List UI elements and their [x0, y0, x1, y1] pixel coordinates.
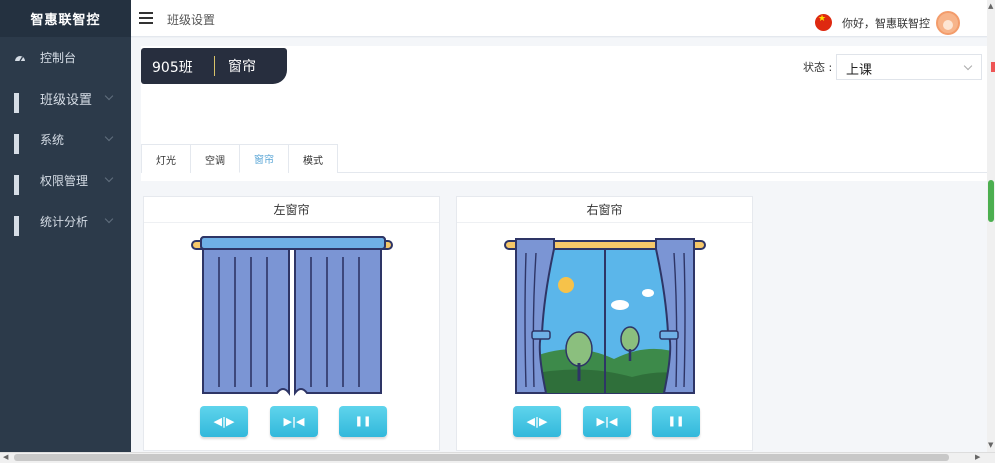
close-curtain-button[interactable]: ▶|◀	[583, 406, 631, 437]
status-label: 状态 :	[803, 61, 833, 74]
tab-mode[interactable]: 模式	[288, 144, 338, 173]
app-root: 智惠联智控 控制台 班级设置 系统 权限管理 统计分析 班级设置 ★ 你好，智惠…	[0, 0, 995, 463]
sidebar-item-class-settings[interactable]: 班级设置	[0, 78, 131, 119]
scroll-down-icon[interactable]: ▼	[988, 441, 993, 449]
side-marker	[991, 62, 995, 72]
room-title-card: 905班 窗帘	[141, 48, 287, 84]
sidebar-item-label: 权限管理	[40, 174, 89, 188]
pause-icon: ❚❚	[354, 416, 372, 427]
menu-toggle-icon[interactable]	[139, 12, 153, 24]
sidebar-item-label: 统计分析	[40, 215, 89, 229]
open-curtain-icon: ◀|▶	[526, 415, 548, 428]
close-curtain-icon: ▶|◀	[283, 415, 305, 428]
vertical-scroll-thumb[interactable]	[988, 180, 994, 222]
breadcrumb: 班级设置	[167, 13, 216, 27]
china-flag-icon[interactable]	[815, 14, 832, 31]
sidebar-item-label: 控制台	[40, 51, 77, 65]
close-curtain-icon: ▶|◀	[596, 415, 618, 428]
title-divider	[214, 56, 215, 76]
user-greeting[interactable]: 你好，智惠联智控	[842, 15, 930, 31]
open-curtain-button[interactable]: ◀|▶	[513, 406, 561, 437]
chevron-down-icon	[104, 214, 114, 224]
main-content: 905班 窗帘 状态 : 上课 灯光 空调 窗帘 模式 左窗帘 ◀|▶ ▶|◀ …	[131, 38, 987, 452]
dashboard-icon	[14, 52, 26, 64]
status-value: 上课	[846, 63, 873, 78]
open-curtain-button[interactable]: ◀|▶	[200, 406, 248, 437]
sidebar-item-system[interactable]: 系统	[0, 119, 131, 160]
card-title: 左窗帘	[144, 197, 439, 223]
grid-icon	[14, 92, 26, 113]
open-curtain-window-icon	[504, 238, 706, 394]
sidebar-item-dashboard[interactable]: 控制台	[0, 37, 131, 78]
grid-icon	[14, 133, 26, 154]
sidebar-item-label: 班级设置	[40, 93, 93, 108]
horizontal-scroll-thumb[interactable]	[14, 454, 949, 461]
tab-air-conditioner[interactable]: 空调	[190, 144, 240, 173]
pause-curtain-button[interactable]: ❚❚	[652, 406, 700, 437]
device-tabs: 灯光 空调 窗帘 模式	[141, 144, 987, 173]
sidebar-item-permissions[interactable]: 权限管理	[0, 160, 131, 201]
grid-icon	[14, 174, 26, 195]
brand-title: 智惠联智控	[0, 0, 131, 37]
chevron-down-icon	[104, 91, 114, 101]
tab-lights[interactable]: 灯光	[141, 144, 191, 173]
chevron-down-icon	[104, 173, 114, 183]
sidebar: 智惠联智控 控制台 班级设置 系统 权限管理 统计分析	[0, 0, 131, 452]
scroll-up-icon[interactable]: ▲	[988, 2, 993, 10]
chevron-down-icon	[104, 132, 114, 142]
card-title: 右窗帘	[457, 197, 752, 223]
scroll-left-icon[interactable]: ◀	[3, 453, 8, 461]
grid-icon	[14, 215, 26, 236]
top-header: 班级设置 你好，智惠联智控	[131, 0, 987, 37]
open-curtain-icon: ◀|▶	[213, 415, 235, 428]
pause-icon: ❚❚	[667, 416, 685, 427]
sidebar-item-label: 系统	[40, 133, 65, 147]
scroll-right-icon[interactable]: ▶	[975, 453, 980, 461]
sidebar-item-statistics[interactable]: 统计分析	[0, 201, 131, 242]
class-name: 905班	[152, 60, 193, 76]
close-curtain-button[interactable]: ▶|◀	[270, 406, 318, 437]
tab-curtains[interactable]: 窗帘	[239, 144, 289, 173]
pause-curtain-button[interactable]: ❚❚	[339, 406, 387, 437]
status-select[interactable]: 上课	[836, 54, 982, 80]
user-avatar-icon[interactable]	[936, 11, 960, 35]
closed-curtain-icon	[191, 236, 393, 396]
device-name: 窗帘	[228, 59, 256, 75]
chevron-down-icon	[963, 61, 973, 71]
